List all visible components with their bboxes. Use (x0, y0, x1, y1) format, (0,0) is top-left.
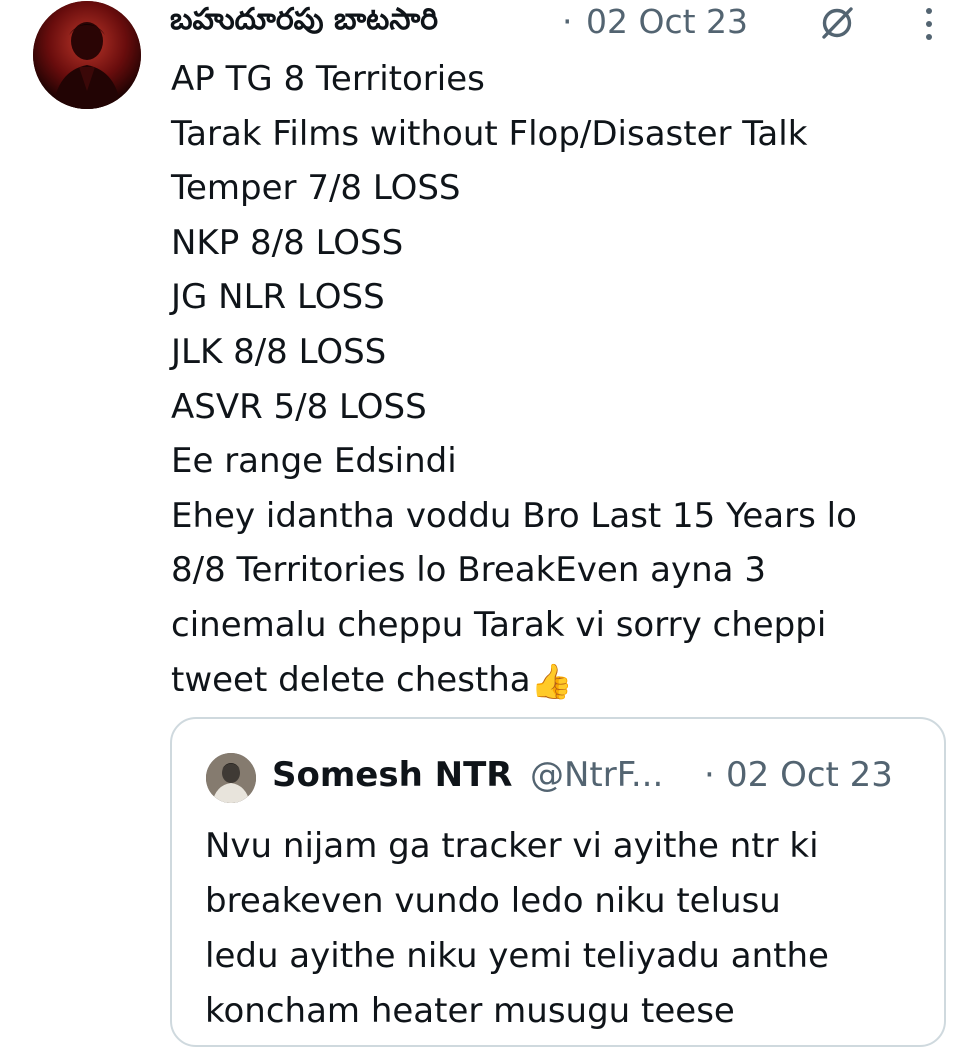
tweet-header: బహుదూరపు బాటసారి · 02 Oct 23 (170, 0, 960, 44)
tweet-text-line: ASVR 5/8 LOSS (171, 386, 427, 427)
tweet-date[interactable]: 02 Oct 23 (586, 2, 748, 41)
tweet-text-line: Ee range Edsindi (171, 441, 457, 482)
thumbs-up-icon: 👍 (530, 661, 573, 702)
tweet-text-line: cinemalu cheppu Tarak vi sorry cheppi (171, 604, 827, 645)
quoted-text-line: breakeven vundo ledo niku telusu (205, 881, 781, 921)
tweet-text-line-last: tweet delete chestha👍 (171, 653, 951, 708)
tweet-text-line: Tarak Films without Flop/Disaster Talk (171, 113, 808, 154)
quoted-author-name[interactable]: Somesh NTR (272, 755, 512, 795)
grok-icon[interactable] (818, 4, 856, 42)
author-display-name[interactable]: బహుదూరపు బాటసారి (170, 2, 438, 44)
quoted-author-handle[interactable]: @NtrF... (530, 755, 663, 795)
more-options-icon[interactable] (922, 6, 936, 42)
quoted-author-avatar[interactable] (206, 753, 256, 803)
quoted-tweet-card[interactable]: Somesh NTR @NtrF... · 02 Oct 23 Nvu nija… (170, 717, 946, 1047)
tweet-text-line: 8/8 Territories lo BreakEven ayna 3 (171, 550, 766, 591)
quoted-text-line: ledu ayithe niku yemi teliyadu anthe (205, 936, 829, 976)
tweet-text-line: Temper 7/8 LOSS (171, 168, 461, 209)
quoted-header-separator: · (704, 755, 715, 795)
tweet-text-line: AP TG 8 Territories (171, 59, 485, 99)
tweet-text-line: NKP 8/8 LOSS (171, 222, 404, 263)
quoted-tweet-text: Nvu nijam ga tracker vi ayithe ntr ki br… (205, 819, 935, 1039)
header-separator: · (562, 2, 573, 41)
quoted-avatar-image (206, 753, 256, 803)
tweet-text-line: tweet delete chestha (171, 659, 531, 700)
avatar-image (33, 1, 141, 109)
quoted-tweet-date[interactable]: 02 Oct 23 (726, 755, 893, 795)
quoted-text-line: koncham heater musugu teese (205, 991, 735, 1031)
author-avatar[interactable] (33, 1, 141, 109)
tweet-text-line: JG NLR LOSS (171, 277, 385, 318)
tweet-text: AP TG 8 Territories Tarak Films without … (171, 52, 951, 707)
tweet-text-line: Ehey idantha voddu Bro Last 15 Years lo (171, 495, 857, 536)
tweet-text-line: JLK 8/8 LOSS (171, 331, 387, 372)
quoted-text-line: Nvu nijam ga tracker vi ayithe ntr ki (205, 826, 819, 866)
